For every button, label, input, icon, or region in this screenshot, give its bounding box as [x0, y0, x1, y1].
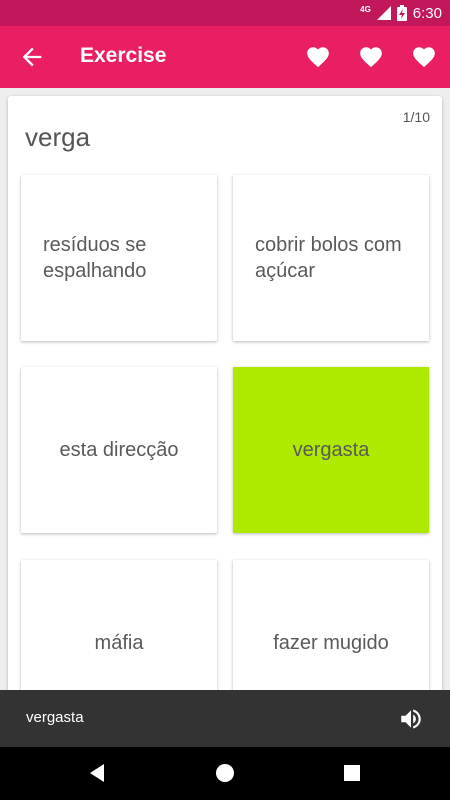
progress-counter: 1/10 [402, 109, 430, 125]
heart-icon[interactable] [358, 44, 384, 70]
answer-option-label: esta direcção [59, 439, 179, 461]
network-type: 4G [360, 4, 371, 14]
status-icons: 4G 6:30 [360, 4, 442, 22]
question-word: verga [25, 122, 91, 152]
heart-icon[interactable] [411, 44, 437, 70]
answer-option[interactable]: fazer mugido [233, 560, 429, 706]
snackbar-text: vergasta [26, 709, 84, 726]
system-nav-bar [0, 747, 450, 800]
answer-option-label: máfia [94, 632, 144, 654]
answer-option-label: vergasta [292, 439, 370, 461]
exercise-card: 1/10 verga resíduos se espalhando cobrir… [8, 96, 442, 706]
answer-option[interactable]: cobrir bolos com açúcar [233, 175, 429, 341]
status-bar: 4G 6:30 [0, 0, 450, 26]
answer-option-label: resíduos se espalhando [43, 234, 147, 282]
signal-icon [376, 6, 391, 20]
answer-snackbar: vergasta [0, 690, 450, 747]
page-title: Exercise [80, 44, 167, 67]
heart-icon[interactable] [305, 44, 331, 70]
nav-home-icon[interactable] [214, 762, 236, 784]
answer-option-label: cobrir bolos com açúcar [255, 234, 402, 282]
back-arrow-icon[interactable] [18, 43, 46, 71]
answer-option-label: fazer mugido [273, 632, 389, 654]
answer-option[interactable]: esta direcção [21, 367, 217, 533]
answer-option-selected[interactable]: vergasta [233, 367, 429, 533]
nav-recents-icon[interactable] [341, 762, 363, 784]
speaker-icon[interactable] [398, 706, 424, 732]
clock: 6:30 [412, 4, 442, 22]
battery-icon [396, 5, 407, 21]
answer-option[interactable]: máfia [21, 560, 217, 706]
answer-option[interactable]: resíduos se espalhando [21, 175, 217, 341]
nav-back-icon[interactable] [87, 762, 109, 784]
app-bar: Exercise [0, 26, 450, 88]
